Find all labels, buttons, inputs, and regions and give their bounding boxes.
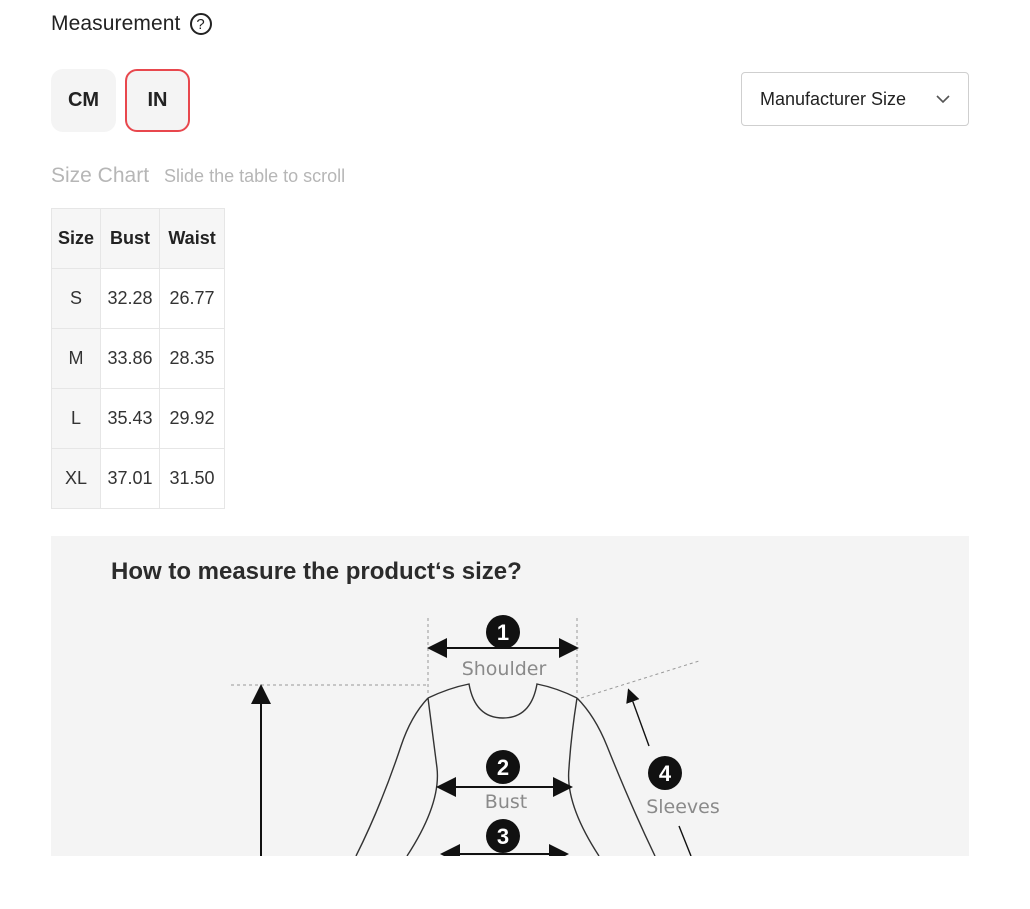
cell-bust: 37.01 (100, 448, 161, 509)
garment-diagram: 1 Shoulder 2 Bust 3 4 Sleeves (231, 615, 720, 856)
sleeves-label: Sleeves (646, 796, 720, 818)
size-table[interactable]: Size Bust Waist S 32.28 26.77 M 33.86 28… (50, 208, 226, 509)
table-row: M 33.86 28.35 (50, 328, 226, 389)
table-row: S 32.28 26.77 (50, 268, 226, 329)
badge-2-number: 2 (497, 755, 509, 780)
unit-cm-button[interactable]: CM (51, 69, 116, 132)
cell-waist: 31.50 (159, 448, 226, 509)
sleeve-arrow-lower (678, 825, 692, 856)
bust-label: Bust (485, 791, 527, 813)
size-type-value: Manufacturer Size (760, 88, 907, 109)
badge-1: 1 (486, 615, 520, 649)
cell-waist: 26.77 (159, 268, 226, 329)
badge-4-number: 4 (659, 761, 672, 786)
shoulder-label: Shoulder (462, 658, 547, 680)
cell-bust: 35.43 (100, 388, 161, 449)
measurement-title: Measurement (51, 12, 181, 35)
size-chart-hint: Slide the table to scroll (164, 166, 346, 186)
badge-2: 2 (486, 750, 520, 784)
cell-size: L (50, 388, 102, 449)
chevron-down-icon (936, 95, 950, 104)
column-header-size: Size (50, 208, 102, 269)
cell-waist: 28.35 (159, 328, 226, 389)
sleeve-arrow (626, 688, 650, 747)
unit-in-button[interactable]: IN (125, 69, 190, 132)
column-header-bust: Bust (100, 208, 161, 269)
size-type-select[interactable]: Manufacturer Size (741, 72, 969, 126)
cell-size: XL (50, 448, 102, 509)
table-header-row: Size Bust Waist (50, 208, 226, 269)
cell-size: M (50, 328, 102, 389)
help-icon[interactable]: ? (189, 13, 212, 35)
badge-3-number: 3 (497, 824, 509, 849)
table-row: L 35.43 29.92 (50, 388, 226, 449)
badge-1-number: 1 (497, 620, 509, 645)
measure-guide-panel: How to measure the product‘s size? 1 Sho… (51, 536, 969, 856)
table-row: XL 37.01 31.50 (50, 448, 226, 509)
help-glyph: ? (196, 15, 205, 33)
cell-bust: 33.86 (100, 328, 161, 389)
cell-size: S (50, 268, 102, 329)
cell-waist: 29.92 (159, 388, 226, 449)
badge-4: 4 (648, 756, 682, 790)
badge-3: 3 (486, 819, 520, 853)
cell-bust: 32.28 (100, 268, 161, 329)
column-header-waist: Waist (159, 208, 226, 269)
size-chart-title: Size Chart (51, 164, 150, 187)
measurement-header: Measurement ? (51, 8, 212, 40)
size-chart-header: Size Chart Slide the table to scroll (51, 164, 345, 188)
